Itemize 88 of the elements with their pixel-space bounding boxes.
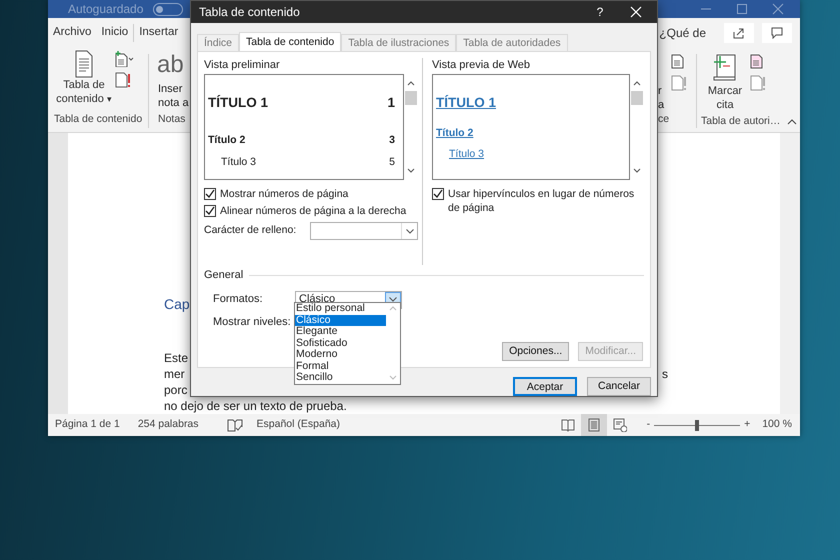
slider-thumb[interactable] xyxy=(695,420,700,430)
update-table-icon[interactable] xyxy=(114,71,132,89)
insert-table-icon[interactable] xyxy=(749,52,765,70)
preview-link[interactable]: Título 3 xyxy=(436,148,621,160)
document-icon xyxy=(670,52,686,70)
dialog-button[interactable]: Opciones... xyxy=(502,342,570,361)
ribbon-label[interactable]: r xyxy=(658,84,670,98)
autosave-label: Autoguardado xyxy=(68,1,144,18)
word-count[interactable]: 254 palabras xyxy=(138,417,199,433)
maximize-icon[interactable] xyxy=(736,3,748,15)
body-text: porc xyxy=(164,382,188,398)
preview-heading: Título 3 xyxy=(221,156,256,170)
checkbox-label[interactable]: Usar hipervínculos en lugar de números de página xyxy=(448,187,644,215)
help-button[interactable]: ? xyxy=(585,3,615,21)
share-icon xyxy=(733,27,745,39)
dialog-title: Tabla de contenido xyxy=(199,4,300,21)
page-number: 3 xyxy=(389,134,395,148)
read-mode-icon[interactable] xyxy=(560,418,575,432)
page-number: 5 xyxy=(389,156,395,170)
dialog-tab[interactable]: Tabla de contenido xyxy=(239,32,342,51)
group-label: Tabla de contenido xyxy=(54,112,144,128)
print-layout-icon[interactable] xyxy=(586,418,601,432)
checkbox[interactable] xyxy=(432,188,444,200)
field-label: Mostrar niveles: xyxy=(213,315,292,330)
tell-me-field[interactable]: ¿Qué de xyxy=(659,24,706,42)
mark-citation-button[interactable]: Marcar cita xyxy=(701,48,749,114)
document-heading: Cap xyxy=(164,295,190,314)
body-text: mer xyxy=(164,366,185,382)
group-label: Tabla de autori… xyxy=(701,114,779,129)
checkbox[interactable] xyxy=(204,205,216,217)
dialog-button[interactable]: Aceptar xyxy=(513,377,577,396)
page-number: 1 xyxy=(387,95,395,112)
update-table-icon xyxy=(749,74,765,92)
field-label: Carácter de relleno: xyxy=(204,223,296,238)
document-icon xyxy=(73,50,95,78)
add-text-icon[interactable] xyxy=(114,51,134,67)
dialog-tab[interactable]: Tabla de ilustraciones xyxy=(341,34,456,51)
dropdown-option[interactable]: Moderno xyxy=(295,349,386,360)
comment-icon xyxy=(771,27,783,39)
update-table-icon xyxy=(670,74,686,92)
group-label: ce xyxy=(658,112,670,128)
ribbon-label[interactable]: nota a xyxy=(153,96,190,110)
checkbox-label[interactable]: Mostrar números de página xyxy=(220,187,348,201)
group-label: Notas xyxy=(157,112,186,128)
dialog-button[interactable]: Cancelar xyxy=(587,377,651,396)
ribbon-tab[interactable]: Inicio xyxy=(96,24,134,42)
comments-button[interactable] xyxy=(762,23,792,43)
ribbon-label[interactable]: a xyxy=(658,98,670,112)
table-of-contents-button[interactable]: Tabla de contenido ▾ xyxy=(54,48,114,108)
caret-icon xyxy=(406,228,414,234)
zoom-level[interactable]: 100 % xyxy=(762,417,792,433)
dropdown-option[interactable]: Formal xyxy=(295,360,386,372)
scrollbar[interactable] xyxy=(780,133,800,414)
share-button[interactable] xyxy=(724,23,754,43)
dropdown-option[interactable]: Sofisticado xyxy=(295,338,386,349)
dialog-tab[interactable]: Tabla de autoridades xyxy=(456,34,568,51)
language-label[interactable]: Español (España) xyxy=(256,417,340,433)
body-text: Este xyxy=(164,350,188,366)
ribbon-tab[interactable]: Archivo xyxy=(48,24,96,42)
print-layout-button[interactable] xyxy=(580,414,607,436)
preview-link[interactable]: TÍTULO 1 xyxy=(436,95,621,112)
checkbox[interactable] xyxy=(204,188,216,200)
dropdown-option[interactable]: Elegante xyxy=(295,326,386,338)
section-label: General xyxy=(204,268,244,283)
section-label: Vista preliminar xyxy=(204,58,281,73)
proofing-icon[interactable] xyxy=(226,418,243,432)
section-label: Vista previa de Web xyxy=(432,58,532,73)
body-text: s xyxy=(662,366,668,382)
insert-footnote-icon[interactable]: ab xyxy=(153,48,184,82)
collapse-ribbon-icon[interactable] xyxy=(787,118,797,126)
autosave-toggle[interactable] xyxy=(153,2,184,16)
close-icon[interactable] xyxy=(630,6,642,18)
field-label: Formatos: xyxy=(213,292,264,308)
dialog-tab[interactable]: Índice xyxy=(197,34,240,51)
zoom-in-button[interactable]: + xyxy=(744,417,750,433)
ribbon-label[interactable]: Inser xyxy=(153,82,190,96)
web-layout-icon[interactable] xyxy=(612,418,627,432)
dropdown-option[interactable]: Clásico xyxy=(295,314,386,326)
body-text: no dejo de ser un texto de prueba. xyxy=(164,398,347,414)
preview-link[interactable]: Título 2 xyxy=(436,127,621,140)
checkbox-label[interactable]: Alinear números de página a la derecha xyxy=(220,204,406,218)
ribbon-tab[interactable]: Insertar xyxy=(134,24,184,42)
zoom-out-button[interactable]: - xyxy=(646,417,650,433)
preview-heading: TÍTULO 1 xyxy=(208,95,268,112)
preview-heading: Título 2 xyxy=(208,134,246,148)
page-count: Página 1 de 1 xyxy=(55,417,120,432)
caret-icon[interactable]: ▾ xyxy=(106,94,112,104)
dropdown-option[interactable]: Sencillo xyxy=(295,372,386,384)
